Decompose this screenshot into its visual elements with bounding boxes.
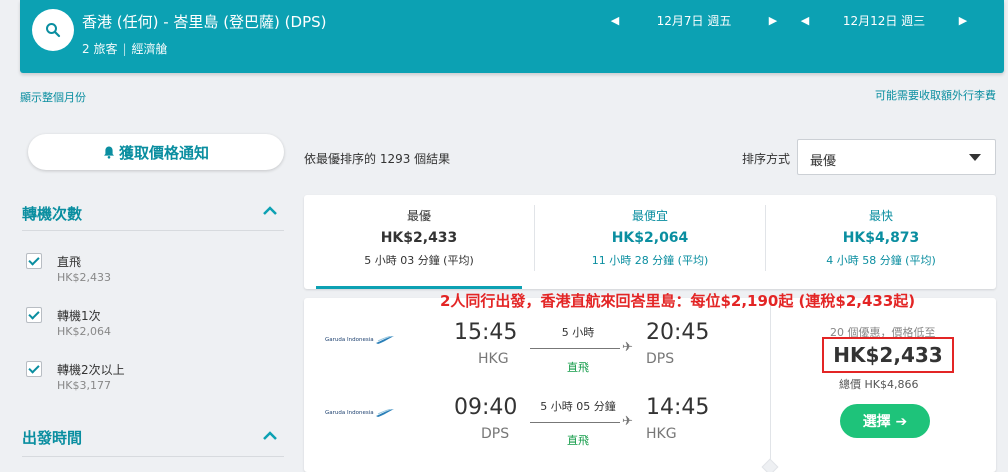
leg2-arrive-code: HKG: [646, 426, 677, 442]
search-button[interactable]: [32, 9, 74, 51]
garuda-bird-icon: [375, 409, 394, 417]
active-tab-indicator: [316, 286, 522, 289]
direct-label: 直飛: [57, 255, 82, 269]
tab-cheapest-duration: 11 小時 28 分鐘 (平均): [591, 254, 709, 267]
tab-best-price: HK$2,433: [380, 230, 458, 246]
plane-icon: ✈: [622, 340, 633, 355]
return-next-arrow-icon[interactable]: ▶: [958, 14, 968, 27]
price-alert-button[interactable]: 獲取價格通知: [28, 134, 284, 170]
direct-checkbox[interactable]: [26, 253, 42, 269]
leg1-arrive-time: 20:45: [646, 320, 710, 345]
leg1-route-line: [530, 348, 620, 349]
garuda-bird-icon: [375, 336, 394, 344]
leg1-depart-code: HKG: [478, 351, 509, 367]
depart-next-arrow-icon[interactable]: ▶: [768, 14, 778, 27]
leg2-depart-code: DPS: [481, 426, 510, 442]
tab-best[interactable]: 最優 HK$2,433 5 小時 03 分鐘 (平均): [304, 195, 534, 289]
caret-down-icon: [969, 154, 981, 161]
two-plus-stops-price: HK$3,177: [57, 379, 111, 392]
bell-icon: [103, 146, 114, 159]
airline-logo: Garuda Indonesia: [325, 336, 394, 344]
departure-time-filter-title[interactable]: 出發時間: [22, 427, 82, 448]
leg2-arrive-time: 14:45: [646, 395, 710, 420]
tab-best-duration: 5 小時 03 分鐘 (平均): [364, 254, 474, 267]
leg1-arrive-code: DPS: [646, 351, 675, 367]
result-count: 依最優排序的 1293 個結果: [304, 152, 451, 166]
passenger-count: 2 旅客: [82, 42, 118, 56]
airline-logo: Garuda Indonesia: [325, 409, 394, 417]
leg2-stops: 直飛: [567, 434, 589, 447]
tab-fastest-title: 最快: [868, 209, 893, 223]
filter-divider: [22, 230, 284, 231]
tab-cheapest-title: 最便宜: [631, 209, 668, 223]
promo-banner: 2人同行出發，香港直航來回峇里島：每位$2,190起 (連稅$2,433起): [440, 292, 916, 310]
tab-fastest-duration: 4 小時 58 分鐘 (平均): [826, 254, 936, 267]
tab-cheapest[interactable]: 最便宜 HK$2,064 11 小時 28 分鐘 (平均): [535, 195, 765, 289]
search-header[interactable]: 香港 (任何) - 峇里島 (登巴薩) (DPS) 2 旅客 | 經濟艙 ◀ 12月…: [20, 0, 1004, 73]
chevron-up-icon[interactable]: [262, 204, 278, 220]
one-stop-label: 轉機1次: [57, 309, 101, 323]
leg1-depart-time: 15:45: [454, 320, 518, 345]
select-button[interactable]: 選擇 ➔: [840, 404, 930, 438]
sort-label: 排序方式: [742, 152, 791, 166]
airline-name: Garuda Indonesia: [325, 337, 374, 343]
depart-date-nav: ◀ 12月7日 週五 ▶: [610, 12, 778, 29]
route-title[interactable]: 香港 (任何) - 峇里島 (登巴薩) (DPS): [82, 11, 326, 32]
one-stop-checkbox[interactable]: [26, 307, 42, 323]
filter-divider: [22, 456, 284, 457]
passenger-summary[interactable]: 2 旅客 | 經濟艙: [82, 40, 168, 57]
card-price: HK$2,433: [822, 337, 954, 373]
return-date-nav: ◀ 12月12日 週三 ▶: [800, 12, 968, 29]
return-prev-arrow-icon[interactable]: ◀: [800, 14, 810, 27]
cabin-class: 經濟艙: [131, 42, 168, 56]
card-divider: [770, 298, 771, 472]
search-icon: [46, 23, 61, 38]
tab-fastest-price: HK$4,873: [842, 230, 920, 246]
baggage-fee-link[interactable]: 可能需要收取額外行李費: [875, 87, 996, 103]
chevron-up-icon[interactable]: [262, 429, 278, 445]
return-date[interactable]: 12月12日 週三: [810, 12, 958, 29]
tab-fastest[interactable]: 最快 HK$4,873 4 小時 58 分鐘 (平均): [766, 195, 996, 289]
one-stop-price: HK$2,064: [57, 325, 111, 338]
leg1-duration: 5 小時: [561, 326, 595, 339]
plane-icon: ✈: [622, 414, 633, 429]
two-plus-stops-label: 轉機2次以上: [57, 363, 125, 377]
tab-best-title: 最優: [406, 209, 431, 223]
price-alert-label: 獲取價格通知: [118, 143, 209, 162]
sort-tabs: 最優 HK$2,433 5 小時 03 分鐘 (平均) 最便宜 HK$2,064…: [304, 195, 996, 289]
depart-prev-arrow-icon[interactable]: ◀: [610, 14, 620, 27]
stops-filter-title[interactable]: 轉機次數: [22, 203, 82, 224]
depart-date[interactable]: 12月7日 週五: [620, 12, 768, 29]
leg2-route-line: [530, 422, 620, 423]
tab-cheapest-price: HK$2,064: [611, 230, 689, 246]
sort-value: 最優: [810, 154, 837, 169]
total-price: 總價 HK$4,866: [839, 378, 919, 391]
flight-result-card[interactable]: Garuda Indonesia 15:45 HKG 5 小時 ✈ 直飛 20:…: [304, 298, 996, 472]
leg2-depart-time: 09:40: [454, 395, 518, 420]
leg2-duration: 5 小時 05 分鐘: [540, 400, 616, 413]
airline-name: Garuda Indonesia: [325, 410, 374, 416]
direct-price: HK$2,433: [57, 271, 111, 284]
leg1-stops: 直飛: [567, 361, 589, 374]
card-notch: [761, 458, 779, 472]
two-plus-stops-checkbox[interactable]: [26, 361, 42, 377]
sort-select[interactable]: 最優: [797, 139, 996, 175]
show-month-link[interactable]: 顯示整個月份: [20, 89, 86, 105]
